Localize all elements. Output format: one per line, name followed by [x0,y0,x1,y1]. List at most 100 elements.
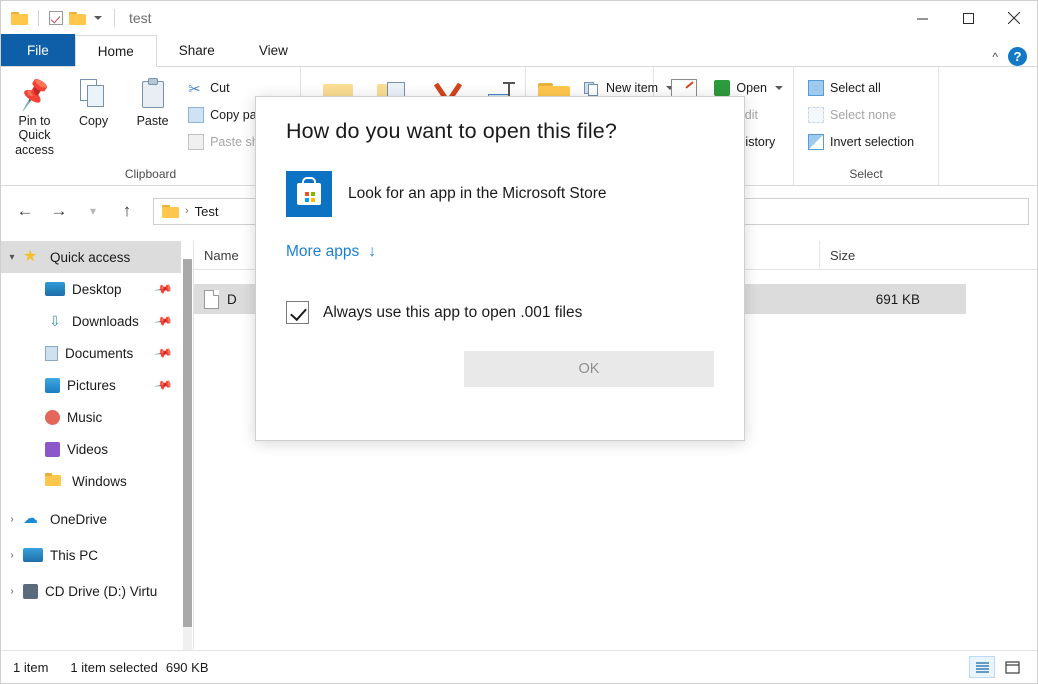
invert-selection-button[interactable]: Invert selection [804,131,918,153]
pin-icon[interactable]: 📌 [153,279,173,299]
ok-button[interactable]: OK [464,351,714,387]
folder-icon[interactable] [11,11,28,25]
sidebar-item-windows[interactable]: Windows [1,465,181,497]
pin-to-quick-access-label: Pin to Quick access [15,114,54,157]
this-pc-icon [23,548,43,562]
sidebar-item-label: Desktop [72,281,122,297]
sidebar-item-quick-access[interactable]: ▾ ★ Quick access [1,241,181,273]
copy-button[interactable]: Copy [66,73,121,128]
onedrive-icon: ☁ [23,510,38,527]
dialog-app-option-label: Look for an app in the Microsoft Store [348,185,607,202]
sidebar-item-videos[interactable]: Videos [1,433,181,465]
documents-icon [45,345,58,361]
paste-label: Paste [136,114,169,128]
always-use-checkbox-row[interactable]: Always use this app to open .001 files [286,301,714,324]
select-small-commands: Select all Select none Invert selection [804,73,918,153]
sidebar-item-label: Music [67,409,103,425]
select-all-label: Select all [830,81,881,95]
large-icons-view-icon[interactable] [999,656,1025,678]
title-bar: test [1,1,1037,35]
column-header-size[interactable]: Size [820,241,930,270]
status-selection: 1 item selected [70,659,158,675]
always-use-checkbox-label: Always use this app to open .001 files [323,303,583,321]
clipboard-group-label: Clipboard [124,167,177,181]
recent-locations-chevron-down-icon[interactable]: ▾ [77,195,109,227]
select-none-label: Select none [830,108,897,122]
select-none-button[interactable]: Select none [804,104,918,126]
sidebar-item-label: Videos [67,441,109,457]
sidebar-item-label: CD Drive (D:) Virtu [45,583,158,599]
paste-button[interactable]: Paste [125,73,180,128]
forward-arrow-icon[interactable]: → [43,195,75,227]
checkbox-properties-icon[interactable] [49,11,63,25]
sidebar-item-music[interactable]: Music [1,401,181,433]
sidebar-item-desktop[interactable]: Desktop 📌 [1,273,181,305]
select-group-label: Select [849,167,883,181]
open-with-dialog: How do you want to open this file? Look … [255,96,745,441]
sidebar-item-cd-drive[interactable]: › CD Drive (D:) Virtu [1,575,181,607]
details-view-icon[interactable] [969,656,995,678]
scissors-icon: ✂ [188,81,201,98]
minimize-button[interactable] [899,1,945,35]
pin-icon: 📌 [15,75,54,113]
pin-icon[interactable]: 📌 [153,343,173,363]
sidebar-item-pictures[interactable]: Pictures 📌 [1,369,181,401]
ribbon-group-select: Select all Select none Invert selection … [794,67,939,185]
help-icon[interactable]: ? [1008,47,1027,66]
sidebar-item-label: Documents [65,345,134,361]
sidebar-item-documents[interactable]: Documents 📌 [1,337,181,369]
select-all-button[interactable]: Select all [804,77,918,99]
sidebar-item-label: Windows [72,473,127,489]
select-all-icon [808,80,824,96]
arrow-down-icon: ↓ [368,243,376,260]
tab-file[interactable]: File [1,34,75,66]
chevron-right-icon[interactable]: › [1,514,23,525]
tab-home[interactable]: Home [74,35,157,67]
copy-label: Copy [78,114,109,128]
chevron-down-icon[interactable]: ▾ [1,252,23,263]
scrollbar-thumb[interactable] [183,259,192,627]
sidebar-item-this-pc[interactable]: › This PC [1,539,181,571]
folder-icon [45,472,65,490]
new-folder-icon[interactable] [69,11,86,25]
customize-toolbar-caret-icon[interactable] [94,16,102,20]
navigation-pane-scrollbar[interactable] [183,259,192,659]
pin-to-quick-access-button[interactable]: 📌 Pin to Quick access [7,73,62,157]
videos-icon [45,441,60,457]
file-name-label: D [227,291,237,307]
more-apps-label: More apps [286,243,360,260]
sidebar-item-label: OneDrive [50,511,108,527]
navigation-pane[interactable]: ▾ ★ Quick access Desktop 📌 ⇩ Downloads 📌… [1,241,181,649]
close-button[interactable] [991,1,1037,35]
copy-path-icon [188,107,205,123]
invert-selection-icon [808,134,824,150]
dialog-app-option-store[interactable]: Look for an app in the Microsoft Store [286,171,714,217]
open-caret-icon[interactable] [775,86,783,90]
up-arrow-icon[interactable]: ↑ [111,195,143,227]
status-bar: 1 item 1 item selected 690 KB [1,650,1037,683]
paste-shortcut-icon [188,134,205,150]
maximize-button[interactable] [945,1,991,35]
always-use-checkbox[interactable] [286,301,309,324]
breadcrumb-folder-icon [162,204,179,218]
chevron-right-icon[interactable]: › [1,550,23,561]
pin-icon[interactable]: 📌 [153,311,173,331]
tab-view[interactable]: View [237,34,310,66]
sidebar-item-onedrive[interactable]: › ☁ OneDrive [1,503,181,535]
more-apps-link[interactable]: More apps ↓ [286,243,376,261]
select-none-icon [808,107,824,123]
tab-share[interactable]: Share [157,34,237,66]
open-icon [714,80,731,96]
cd-drive-icon [23,583,38,599]
chevron-right-icon[interactable]: › [1,586,23,597]
sidebar-item-downloads[interactable]: ⇩ Downloads 📌 [1,305,181,337]
pin-icon[interactable]: 📌 [153,375,173,395]
open-label: Open [736,81,767,95]
new-item-icon [584,80,600,96]
breadcrumb-path[interactable]: Test [195,204,219,219]
chevron-up-icon[interactable]: ^ [992,50,998,64]
file-explorer-window: test File Home Share View ^ ? 📌 Pin to Q… [0,0,1038,684]
pictures-icon [45,377,60,393]
quick-access-toolbar [1,10,102,26]
back-arrow-icon[interactable]: ← [9,195,41,227]
